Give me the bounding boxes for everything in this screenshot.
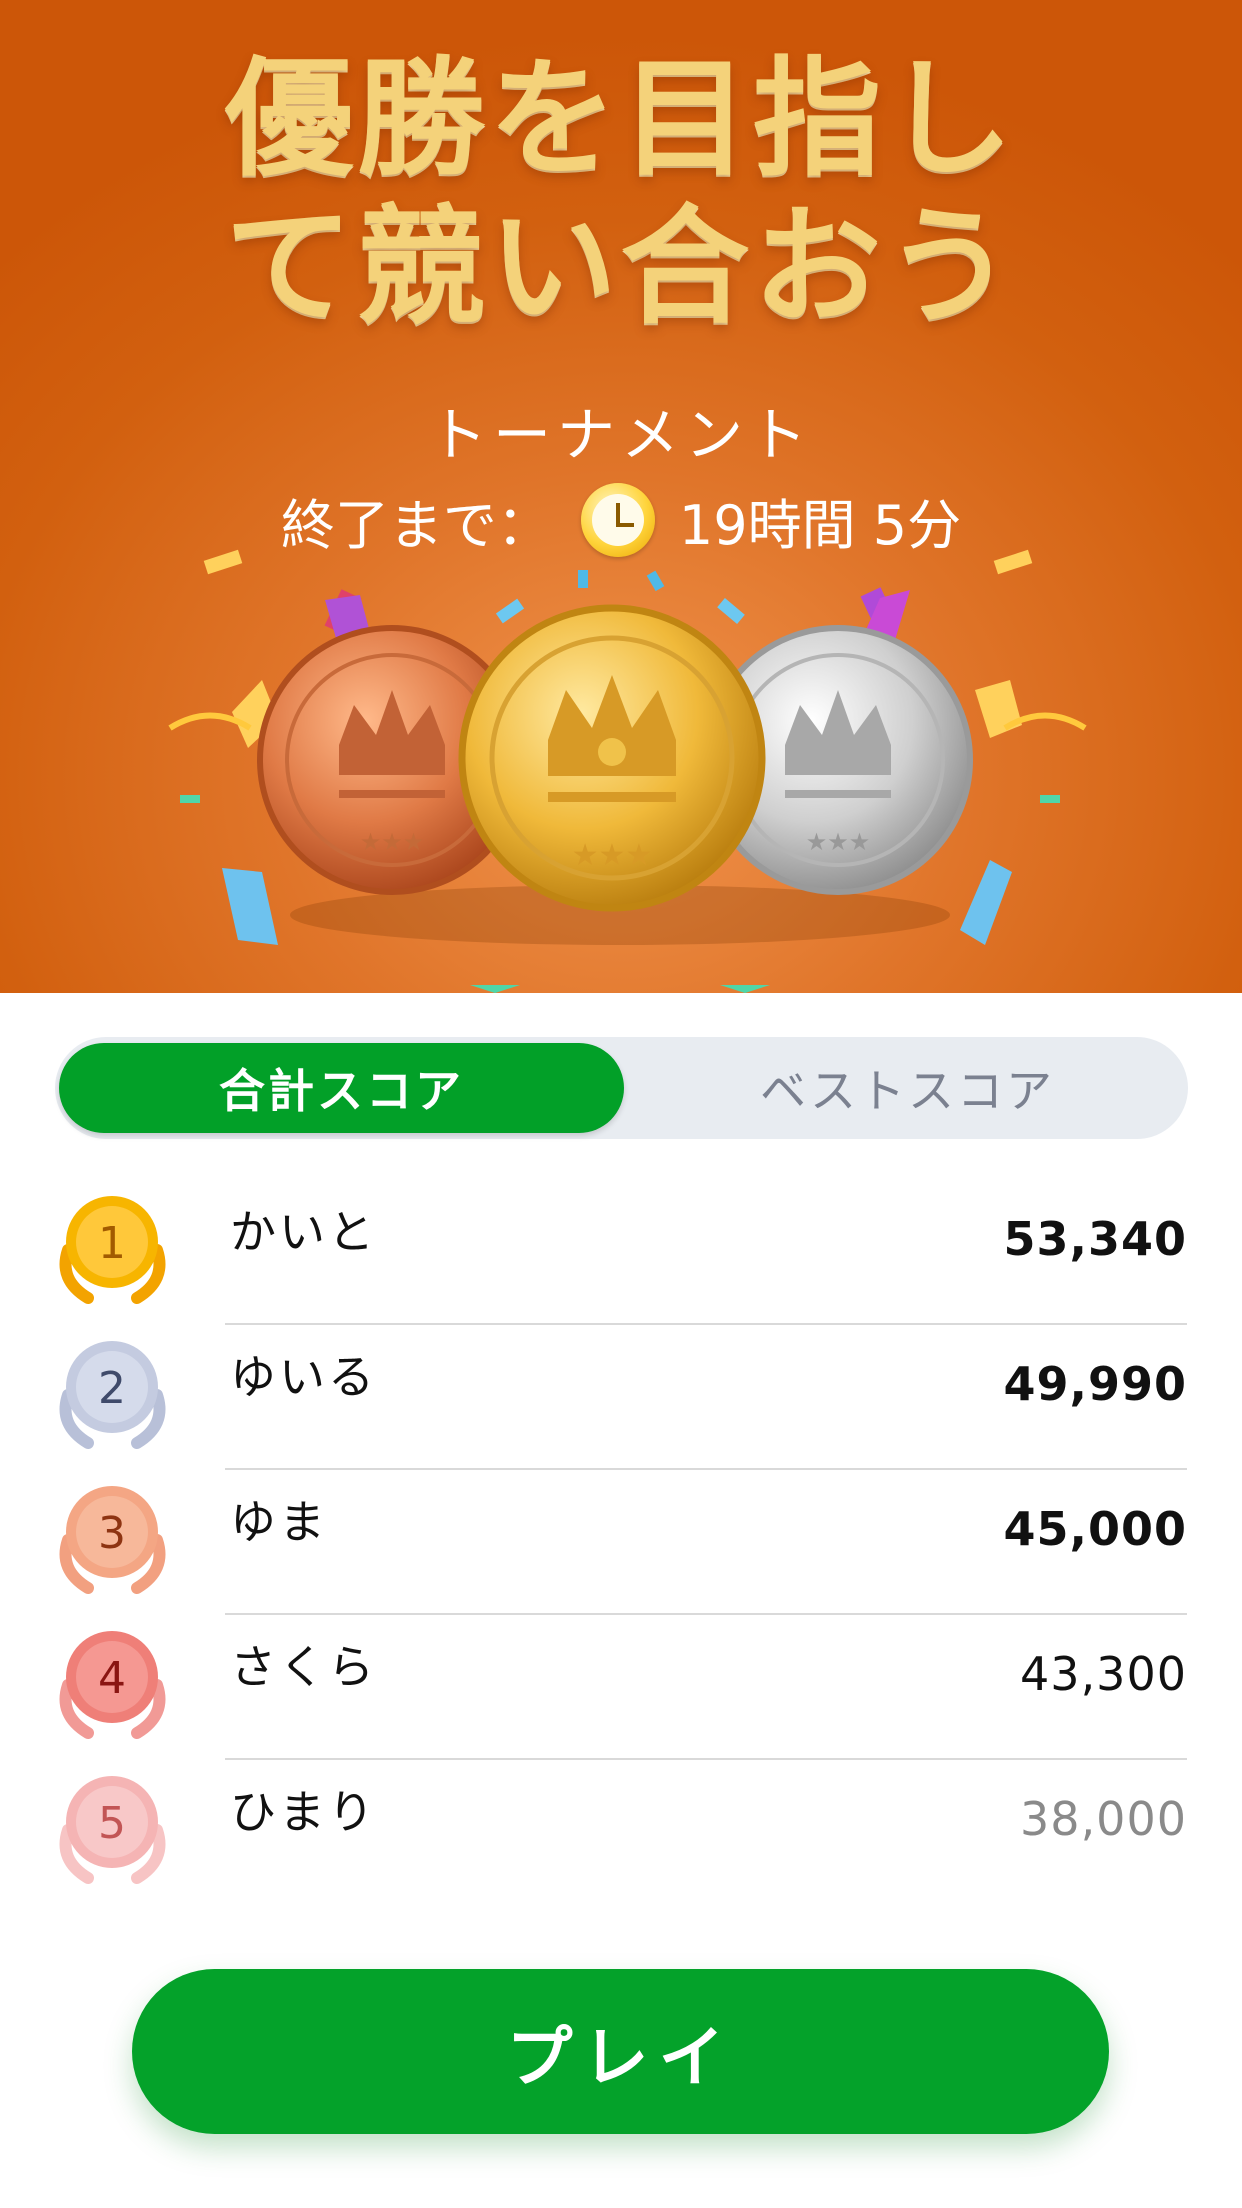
- player-name: さくら: [230, 1640, 377, 1694]
- rank-number: 5: [98, 1798, 126, 1849]
- leaderboard-row: 4 さくら 43,300: [0, 1615, 1242, 1760]
- leaderboard-row: 2 ゆいる 49,990: [0, 1325, 1242, 1470]
- svg-text:★★★: ★★★: [572, 838, 653, 873]
- player-score: 43,300: [1020, 1647, 1187, 1701]
- tab-best-score[interactable]: ベストスコア: [635, 1043, 1180, 1133]
- score-tab-switcher: 合計スコア ベストスコア: [55, 1037, 1188, 1139]
- player-score: 49,990: [1003, 1357, 1187, 1411]
- medals-illustration: ★★★ ★★★ ★★★: [257, 604, 973, 945]
- tab-total-score[interactable]: 合計スコア: [59, 1043, 624, 1133]
- silver-rank-badge-icon: 2: [59, 1341, 166, 1449]
- player-score: 45,000: [1003, 1502, 1187, 1556]
- rank-number: 4: [98, 1653, 126, 1704]
- player-score: 38,000: [1020, 1792, 1187, 1846]
- rank-badge-icon: 4: [59, 1631, 166, 1739]
- player-name: かいと: [230, 1205, 377, 1259]
- player-name: ゆま: [230, 1495, 328, 1549]
- rank-badge-icon: 5: [59, 1776, 166, 1884]
- leaderboard-row: 5 ひまり 38,000: [0, 1760, 1242, 1905]
- leaderboard-row: 1 かいと 53,340: [0, 1180, 1242, 1325]
- player-score: 53,340: [1003, 1212, 1187, 1266]
- svg-text:★★★: ★★★: [806, 828, 871, 856]
- svg-text:★★★: ★★★: [360, 828, 425, 856]
- bronze-rank-badge-icon: 3: [59, 1486, 166, 1594]
- player-name: ゆいる: [230, 1350, 377, 1404]
- leaderboard-row: 3 ゆま 45,000: [0, 1470, 1242, 1615]
- gold-medal: ★★★: [458, 604, 766, 912]
- rank-number: 3: [98, 1508, 126, 1559]
- player-name: ひまり: [230, 1785, 377, 1839]
- rank-number: 1: [98, 1218, 126, 1269]
- tournament-hero-banner: 優勝を目指し て競い合おう トーナメント 終了まで： 19時間 5分 ★★★ ★…: [0, 0, 1242, 993]
- rank-number: 2: [98, 1363, 126, 1414]
- gold-rank-badge-icon: 1: [59, 1196, 166, 1304]
- play-button[interactable]: プレイ: [132, 1969, 1109, 2134]
